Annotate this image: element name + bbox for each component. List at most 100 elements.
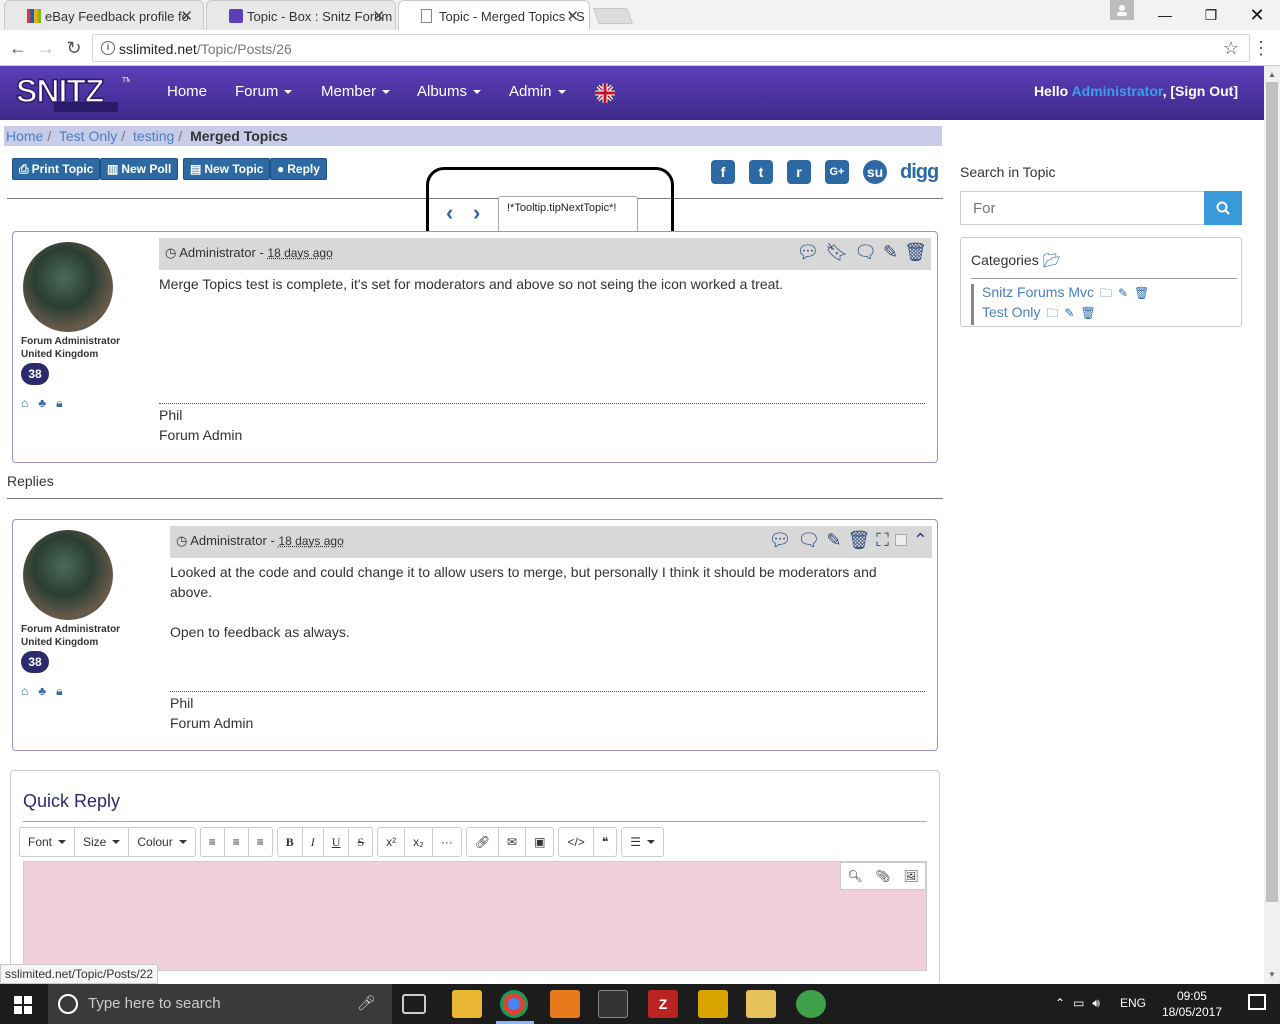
- folder-icon[interactable]: 🗀︎: [1100, 286, 1112, 300]
- nav-member[interactable]: Member: [321, 83, 391, 100]
- forward-icon[interactable]: →: [36, 38, 56, 58]
- edit-icon[interactable]: ✎: [1118, 286, 1128, 300]
- size-dropdown[interactable]: Size: [75, 828, 130, 856]
- italic-icon[interactable]: I: [303, 828, 324, 856]
- close-window-icon[interactable]: ✕: [1234, 0, 1280, 30]
- browser-tab-ebay[interactable]: eBay Feedback profile fo ✕: [4, 0, 204, 30]
- stumbleupon-icon[interactable]: su: [863, 160, 887, 184]
- close-tab-icon[interactable]: ✕: [372, 7, 385, 25]
- terminal-icon[interactable]: [598, 990, 628, 1018]
- code-icon[interactable]: </>: [559, 828, 594, 856]
- browser-tab-box[interactable]: Topic - Box : Snitz Forum ✕: [206, 0, 396, 30]
- edit-icon[interactable]: ✎: [826, 530, 841, 551]
- uk-flag-icon[interactable]: [595, 83, 615, 103]
- select-checkbox[interactable]: [894, 534, 907, 546]
- nav-home[interactable]: Home: [167, 83, 207, 100]
- image-icon[interactable]: ▣: [526, 828, 553, 856]
- home-icon[interactable]: ⌂: [21, 684, 38, 698]
- message-textarea[interactable]: 🔍︎ 📎︎ 🖼︎: [23, 861, 927, 971]
- chrome-icon[interactable]: [500, 990, 528, 1018]
- delete-icon[interactable]: 🗑︎: [847, 530, 870, 551]
- category-snitz-forums-mvc[interactable]: Snitz Forums Mvc 🗀︎ ✎ 🗑︎: [971, 284, 1149, 305]
- info-icon[interactable]: i: [101, 41, 115, 55]
- google-plus-icon[interactable]: G+: [825, 160, 849, 184]
- app-icon[interactable]: [746, 990, 776, 1018]
- new-poll-button[interactable]: ▥ New Poll: [100, 158, 179, 180]
- minimize-icon[interactable]: —: [1142, 0, 1188, 30]
- breadcrumb-home[interactable]: Home: [6, 128, 43, 144]
- print-topic-button[interactable]: ⎙ Print Topic: [12, 158, 101, 180]
- list-icon[interactable]: ☰: [622, 828, 663, 856]
- facebook-icon[interactable]: f: [711, 160, 735, 184]
- folder-icon[interactable]: 🗀︎: [1046, 306, 1058, 320]
- url-field[interactable]: i sslimited.net/Topic/Posts/26 ☆: [92, 34, 1250, 62]
- align-right-icon[interactable]: ≡: [249, 828, 272, 856]
- digg-icon[interactable]: digg: [900, 161, 939, 184]
- page-scrollbar[interactable]: ▲ ▼: [1264, 66, 1280, 984]
- scroll-down-icon[interactable]: ▼: [1268, 970, 1276, 979]
- sitemap-icon[interactable]: ♣: [38, 396, 56, 410]
- next-topic-icon[interactable]: ›: [473, 200, 480, 226]
- app-icon[interactable]: [550, 990, 580, 1018]
- comment-icon[interactable]: 💬︎: [769, 530, 792, 551]
- horizontal-rule-icon[interactable]: ···: [433, 828, 461, 856]
- reddit-icon[interactable]: r: [787, 160, 811, 184]
- close-tab-icon[interactable]: ✕: [180, 7, 193, 25]
- scroll-top-icon[interactable]: ⌃: [913, 530, 928, 551]
- lock-icon[interactable]: 🔒︎: [56, 396, 72, 410]
- filezilla-icon[interactable]: Z: [648, 990, 678, 1018]
- quote-icon[interactable]: ❝: [594, 828, 616, 856]
- category-test-only[interactable]: Test Only 🗀︎ ✎ 🗑︎: [971, 304, 1096, 325]
- system-tray-icons[interactable]: ⌃▭🔊︎: [1055, 996, 1108, 1011]
- superscript-icon[interactable]: x²: [378, 828, 406, 856]
- task-view-icon[interactable]: [402, 994, 426, 1014]
- file-explorer-icon[interactable]: [452, 990, 482, 1018]
- upload-image-icon[interactable]: 🖼︎: [897, 863, 925, 889]
- database-icon[interactable]: [796, 990, 826, 1018]
- bookmark-icon[interactable]: 🔖︎: [825, 242, 848, 263]
- previous-topic-icon[interactable]: ‹: [446, 200, 453, 226]
- subscript-icon[interactable]: x₂: [405, 828, 433, 856]
- nav-admin[interactable]: Admin: [509, 83, 566, 100]
- scroll-up-icon[interactable]: ▲: [1268, 70, 1276, 79]
- bookmark-star-icon[interactable]: ☆: [1223, 38, 1239, 59]
- clock[interactable]: 09:05 18/05/2017: [1162, 988, 1222, 1020]
- nav-forum[interactable]: Forum: [235, 83, 293, 100]
- search-button[interactable]: [1204, 191, 1242, 225]
- nav-albums[interactable]: Albums: [417, 83, 482, 100]
- search-icon[interactable]: 🔍︎: [841, 863, 869, 889]
- profile-icon[interactable]: [1110, 0, 1134, 20]
- bold-icon[interactable]: B: [278, 828, 303, 856]
- comments-icon[interactable]: 🗨︎: [797, 530, 820, 551]
- taskbar-search[interactable]: Type here to search 🎤︎: [48, 984, 392, 1024]
- language-indicator[interactable]: ENG: [1120, 996, 1146, 1010]
- delete-icon[interactable]: 🗑︎: [1080, 306, 1095, 320]
- back-icon[interactable]: ←: [8, 38, 28, 58]
- signout-link[interactable]: , [Sign Out]: [1163, 83, 1238, 99]
- action-center-icon[interactable]: [1248, 994, 1266, 1010]
- close-tab-icon[interactable]: ✕: [566, 7, 579, 25]
- edit-icon[interactable]: ✎: [883, 242, 898, 263]
- breadcrumb-testing[interactable]: testing: [133, 128, 174, 144]
- username-link[interactable]: Administrator: [1072, 83, 1163, 99]
- scrollbar-thumb[interactable]: [1266, 82, 1278, 902]
- split-topic-icon[interactable]: ⛶: [876, 530, 889, 551]
- font-dropdown[interactable]: Font: [20, 828, 76, 856]
- twitter-icon[interactable]: t: [749, 160, 773, 184]
- edit-icon[interactable]: ✎: [1064, 306, 1074, 320]
- new-topic-button[interactable]: ▤ New Topic: [183, 158, 271, 180]
- align-center-icon[interactable]: ≡: [225, 828, 249, 856]
- windows-start-icon[interactable]: [14, 996, 32, 1014]
- browser-menu-icon[interactable]: ⋮: [1252, 38, 1270, 59]
- underline-icon[interactable]: U: [324, 828, 350, 856]
- comment-icon[interactable]: 💬︎: [796, 242, 819, 263]
- snitz-logo[interactable]: SNITZ TM: [14, 72, 130, 114]
- reload-icon[interactable]: ↻: [64, 38, 84, 58]
- align-left-icon[interactable]: ≡: [201, 828, 225, 856]
- breadcrumb-test-only[interactable]: Test Only: [59, 128, 117, 144]
- new-tab-button[interactable]: [593, 8, 633, 24]
- restore-icon[interactable]: ❐: [1188, 0, 1234, 30]
- colour-dropdown[interactable]: Colour: [129, 828, 194, 856]
- browser-tab-merged[interactable]: Topic - Merged Topics : S ✕: [398, 0, 590, 30]
- archive-icon[interactable]: [698, 990, 728, 1018]
